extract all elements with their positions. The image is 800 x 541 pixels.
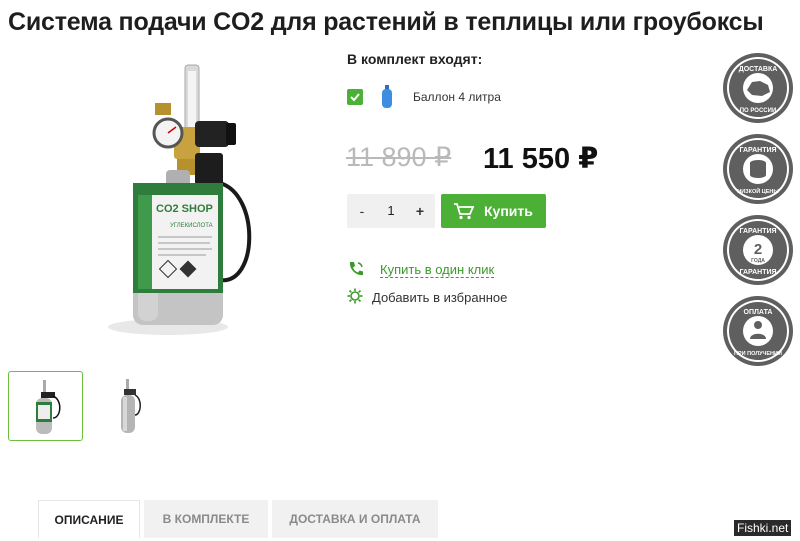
- svg-text:ГАРАНТИЯ: ГАРАНТИЯ: [739, 269, 776, 276]
- quantity-decrease-button[interactable]: -: [347, 194, 377, 228]
- phone-icon: [347, 260, 365, 283]
- product-main-image[interactable]: CO2 SHOP УГЛЕКИСЛОТА: [20, 55, 320, 355]
- svg-text:ОПЛАТА: ОПЛАТА: [744, 309, 773, 316]
- favorite-icon: [347, 288, 363, 309]
- buy-button[interactable]: Купить: [441, 194, 546, 228]
- svg-text:ГАРАНТИЯ: ГАРАНТИЯ: [739, 228, 776, 235]
- svg-text:ГАРАНТИЯ: ГАРАНТИЯ: [739, 147, 776, 154]
- svg-text:ПО РОССИИ: ПО РОССИИ: [740, 108, 777, 114]
- kit-item[interactable]: Баллон 4 литра: [347, 85, 547, 109]
- checkbox-checked[interactable]: [347, 89, 363, 105]
- payment-badge: ОПЛАТА ПРИ ПОЛУЧЕНИИ: [722, 295, 794, 367]
- quantity-increase-button[interactable]: +: [405, 194, 435, 228]
- svg-text:ПРИ ПОЛУЧЕНИИ: ПРИ ПОЛУЧЕНИИ: [734, 351, 782, 357]
- low-price-badge: ГАРАНТИЯ НИЗКОЙ ЦЕНЫ: [722, 133, 794, 205]
- svg-text:ДОСТАВКА: ДОСТАВКА: [739, 66, 778, 73]
- svg-text:ГОДА: ГОДА: [751, 258, 765, 264]
- buy-button-label: Купить: [484, 203, 533, 219]
- cart-icon: [453, 202, 475, 225]
- quantity-value[interactable]: 1: [377, 194, 405, 228]
- kit-item-label: Баллон 4 литра: [413, 90, 501, 104]
- kit-heading: В комплект входят:: [347, 51, 483, 67]
- old-price: 11 890 ₽: [346, 142, 452, 172]
- warranty-badge: 2 ГОДА ГАРАНТИЯ ГАРАНТИЯ: [722, 214, 794, 286]
- quantity-stepper: - 1 +: [347, 194, 435, 228]
- tab-description[interactable]: ОПИСАНИЕ: [38, 500, 140, 538]
- svg-text:2: 2: [754, 241, 762, 258]
- tab-delivery-payment[interactable]: ДОСТАВКА И ОПЛАТА: [272, 500, 438, 538]
- current-price: 11 550 ₽: [483, 143, 599, 175]
- delivery-badge: ДОСТАВКА ПО РОССИИ: [722, 52, 794, 124]
- watermark: Fishki.net: [734, 520, 792, 536]
- gas-cylinder-icon: [380, 85, 394, 114]
- buy-one-click-label: Купить в один клик: [380, 262, 495, 278]
- cylinder-line: УГЛЕКИСЛОТА: [170, 223, 213, 229]
- thumbnail-2[interactable]: [93, 371, 168, 441]
- svg-text:НИЗКОЙ ЦЕНЫ: НИЗКОЙ ЦЕНЫ: [737, 187, 779, 195]
- page-title: Система подачи CO2 для растений в теплиц…: [8, 8, 764, 36]
- add-to-favorites-label: Добавить в избранное: [372, 290, 508, 305]
- cylinder-brand: CO2 SHOP: [156, 203, 213, 215]
- thumbnail-1[interactable]: [8, 371, 83, 441]
- tab-in-kit[interactable]: В КОМПЛЕКТЕ: [144, 500, 268, 538]
